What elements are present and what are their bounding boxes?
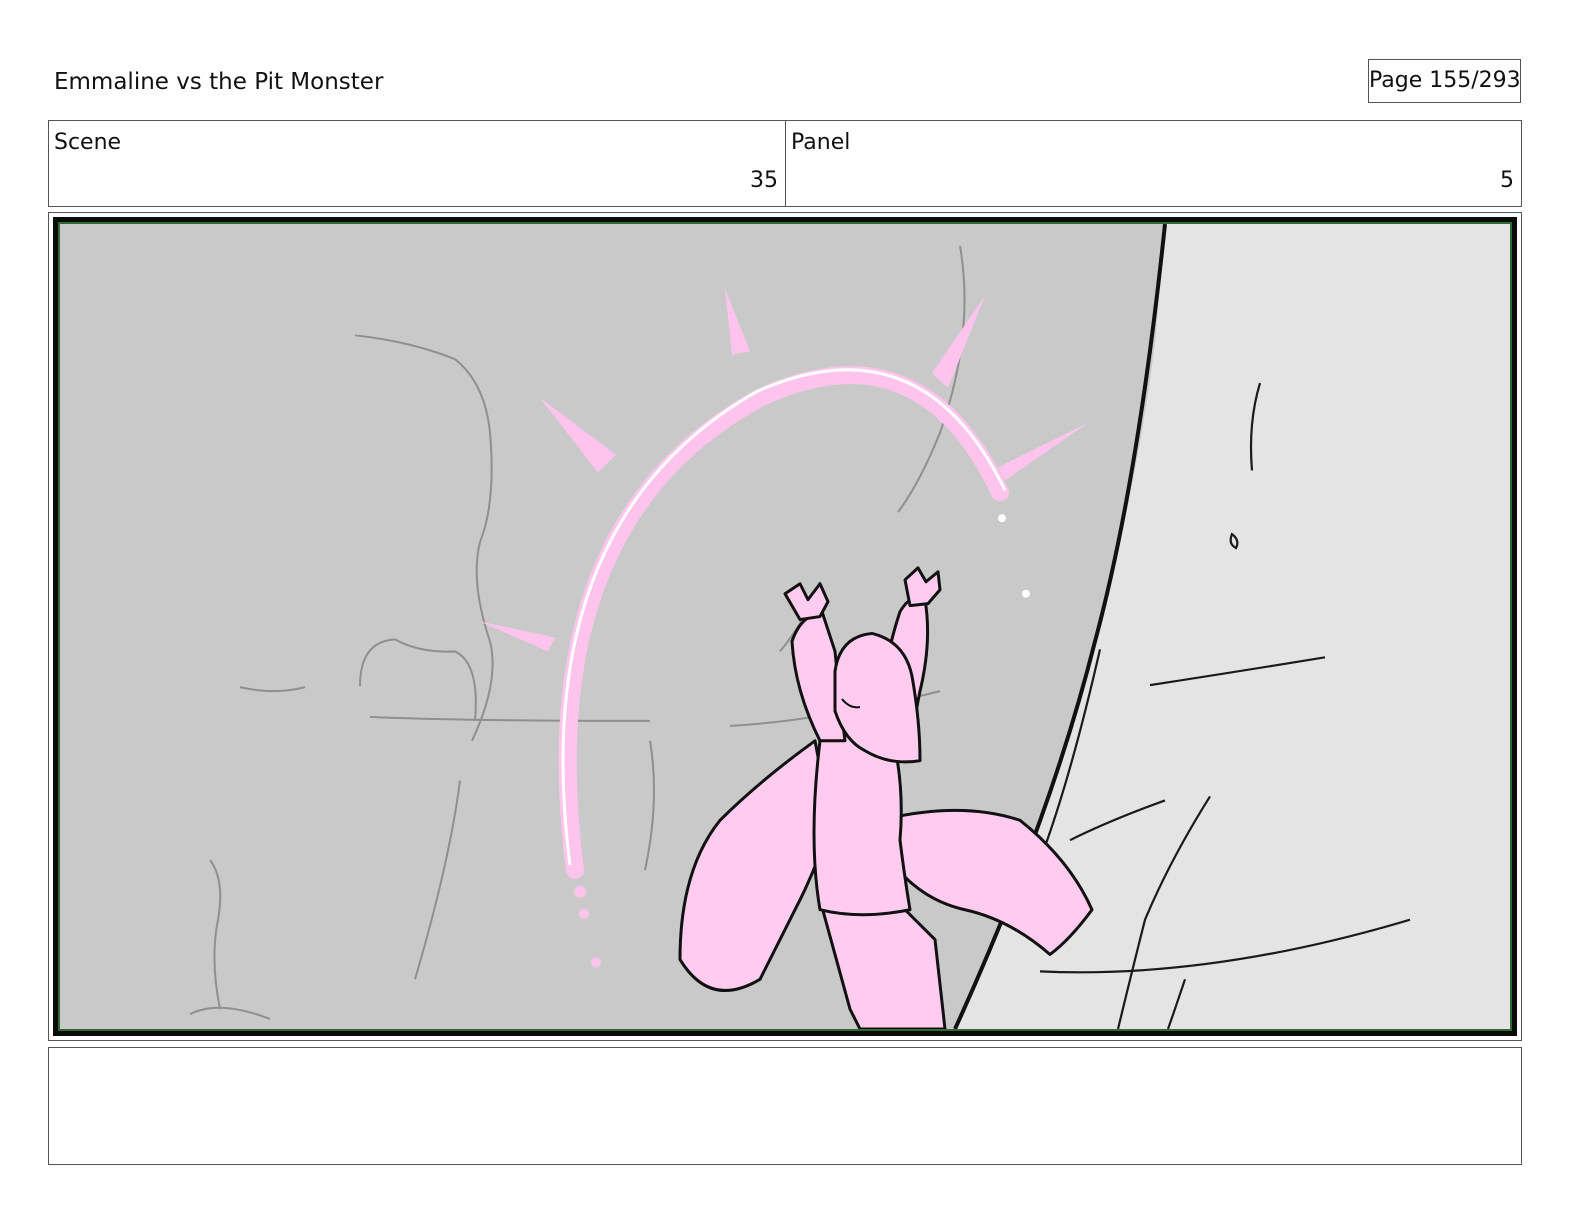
storyboard-frame-border [53, 217, 1517, 1036]
storyboard-panel-drawing [58, 222, 1512, 1031]
page-indicator: Page 155/293 [1368, 59, 1521, 103]
scene-panel-info-row: Scene 35 Panel 5 [48, 120, 1522, 207]
scene-number: 35 [750, 168, 778, 193]
scene-label: Scene [54, 130, 122, 155]
panel-number: 5 [1500, 168, 1514, 193]
panel-notes-box [48, 1047, 1522, 1165]
panel-cell: Panel 5 [785, 121, 1521, 206]
panel-label: Panel [791, 130, 851, 155]
document-title: Emmaline vs the Pit Monster [54, 69, 384, 95]
storyboard-frame [48, 212, 1522, 1041]
scene-cell: Scene 35 [49, 121, 785, 206]
panel-sketch [60, 224, 1510, 1029]
